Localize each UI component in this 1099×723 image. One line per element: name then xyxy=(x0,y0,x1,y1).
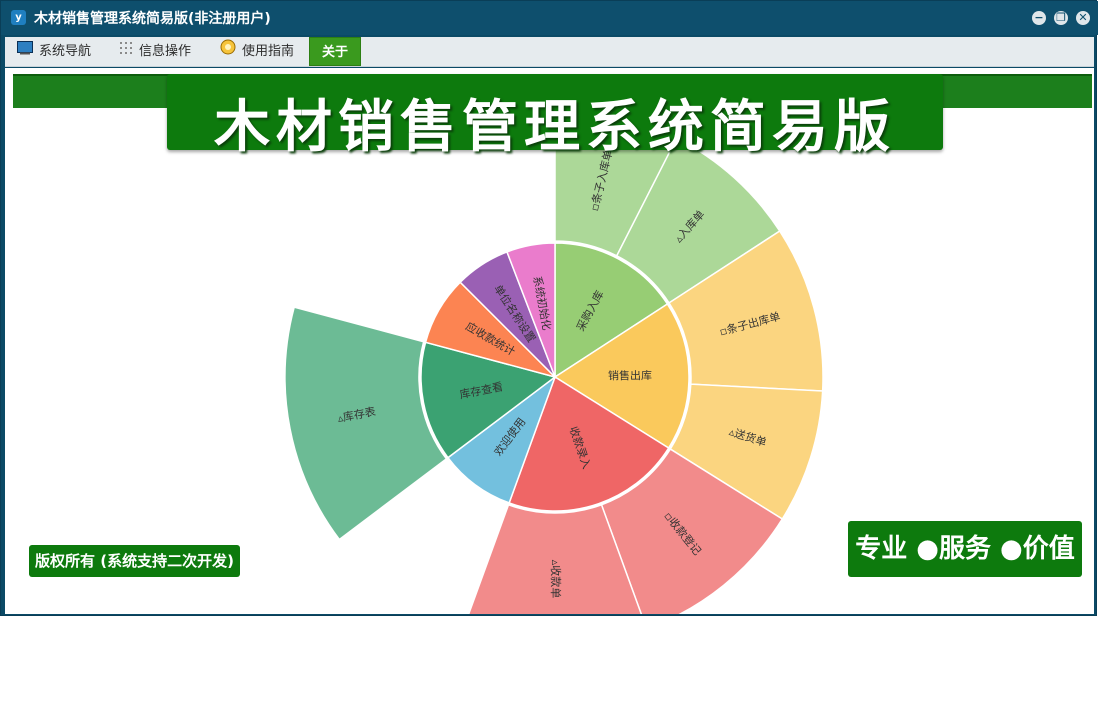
banner: 木材销售管理系统简易版 xyxy=(167,74,943,160)
minimize-button[interactable]: − xyxy=(1032,11,1046,25)
close-button[interactable]: ✕ xyxy=(1076,11,1090,25)
help-icon xyxy=(220,37,236,66)
window-title: 木材销售管理系统简易版(非注册用户) xyxy=(34,11,271,27)
menu-item-user-guide[interactable]: 使用指南 xyxy=(220,37,294,66)
menu-item-label: 信息操作 xyxy=(139,44,192,59)
main-content: 采购入库 销售出库 收款录入 欢迎使用 库存查看 应收款统计 单位名称设置 系统初始化 ▫条子入… xyxy=(5,68,1094,614)
menu-item-about[interactable]: 关于 xyxy=(309,37,362,66)
sunburst-outer-segment[interactable] xyxy=(284,306,448,541)
app-logo-icon: y xyxy=(11,10,26,25)
sunburst-outer-label: ▵收款单 xyxy=(549,560,563,599)
menu-bar: 系统导航 信息操作 使用指南 关于 xyxy=(5,37,1094,67)
copyright-badge: 版权所有 (系统支持二次开发) xyxy=(29,545,240,577)
menu-item-info-ops[interactable]: 信息操作 xyxy=(119,37,191,66)
monitor-icon xyxy=(17,37,33,66)
banner-title: 木材销售管理系统简易版 xyxy=(214,95,896,160)
sunburst-inner-label: 销售出库 xyxy=(608,368,652,382)
grid-icon xyxy=(119,37,133,66)
restore-button[interactable]: ❐ xyxy=(1054,11,1068,25)
menu-item-system-nav[interactable]: 系统导航 xyxy=(17,37,91,66)
app-window: y 木材销售管理系统简易版(非注册用户) − ❐ ✕ 系统导航 信息操作 使用指… xyxy=(0,0,1098,616)
slogan-badge: 专业 ●服务 ●价值 xyxy=(848,521,1082,577)
title-bar: y 木材销售管理系统简易版(非注册用户) − ❐ ✕ xyxy=(1,1,1098,35)
menu-item-label: 系统导航 xyxy=(39,44,92,59)
menu-item-label: 使用指南 xyxy=(242,44,295,59)
